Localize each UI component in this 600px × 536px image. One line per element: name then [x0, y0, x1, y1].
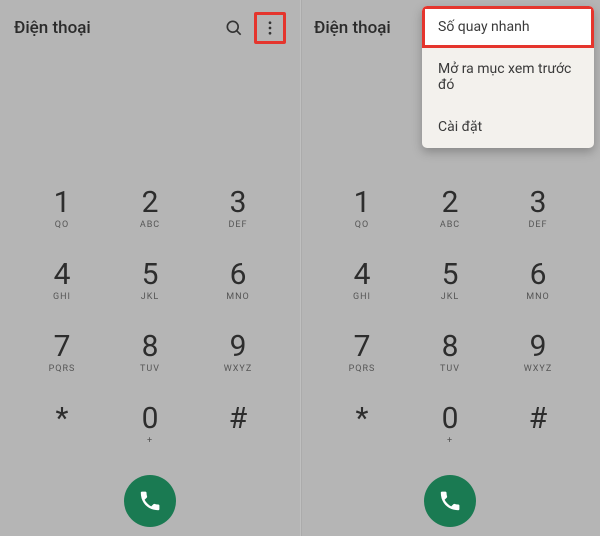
dialpad-key-8[interactable]: 8TUV [106, 316, 194, 388]
search-button[interactable] [218, 12, 250, 44]
dialpad-key-3[interactable]: 3DEF [494, 172, 582, 244]
more-vert-icon [261, 19, 279, 37]
dialpad-key-7[interactable]: 7PQRS [18, 316, 106, 388]
dialpad-key-star[interactable]: * [18, 388, 106, 460]
panel-left: Điện thoại 1QO 2ABC 3DEF 4GHI 5JKL 6MNO … [0, 0, 300, 536]
dialpad-key-5[interactable]: 5JKL [106, 244, 194, 316]
dialpad-key-1[interactable]: 1QO [318, 172, 406, 244]
search-icon [224, 18, 244, 38]
menu-item-label: Số quay nhanh [438, 19, 530, 35]
dialpad-key-4[interactable]: 4GHI [318, 244, 406, 316]
dialpad-key-0[interactable]: 0+ [106, 388, 194, 460]
dialpad-key-4[interactable]: 4GHI [18, 244, 106, 316]
dialpad-key-5[interactable]: 5JKL [406, 244, 494, 316]
dialpad-key-2[interactable]: 2ABC [106, 172, 194, 244]
dialpad-key-0[interactable]: 0+ [406, 388, 494, 460]
phone-icon [438, 489, 462, 513]
menu-item-speed-dial[interactable]: Số quay nhanh [422, 6, 594, 48]
header: Điện thoại [0, 0, 300, 55]
menu-item-settings[interactable]: Cài đặt [422, 106, 594, 148]
dialpad-key-7[interactable]: 7PQRS [318, 316, 406, 388]
dialpad-key-hash[interactable]: # [494, 388, 582, 460]
panel-right: Điện thoại Số quay nhanh Mở ra mục xem t… [300, 0, 600, 536]
menu-item-label: Cài đặt [438, 119, 482, 135]
dialpad-key-9[interactable]: 9WXYZ [194, 316, 282, 388]
overflow-menu: Số quay nhanh Mở ra mục xem trước đó Cài… [422, 6, 594, 148]
call-button[interactable] [124, 475, 176, 527]
app-title: Điện thoại [14, 18, 218, 38]
dialpad: 1QO 2ABC 3DEF 4GHI 5JKL 6MNO 7PQRS 8TUV … [300, 172, 600, 466]
dialpad-key-2[interactable]: 2ABC [406, 172, 494, 244]
call-row [0, 466, 300, 536]
dialpad-key-1[interactable]: 1QO [18, 172, 106, 244]
phone-icon [138, 489, 162, 513]
call-row [300, 466, 600, 536]
dialpad-key-hash[interactable]: # [194, 388, 282, 460]
dialpad: 1QO 2ABC 3DEF 4GHI 5JKL 6MNO 7PQRS 8TUV … [0, 172, 300, 466]
dialpad-key-9[interactable]: 9WXYZ [494, 316, 582, 388]
menu-item-label: Mở ra mục xem trước đó [438, 61, 571, 93]
menu-item-open-previous[interactable]: Mở ra mục xem trước đó [422, 48, 594, 106]
dialpad-key-8[interactable]: 8TUV [406, 316, 494, 388]
call-button[interactable] [424, 475, 476, 527]
screenshot-container: Điện thoại 1QO 2ABC 3DEF 4GHI 5JKL 6MNO … [0, 0, 600, 536]
dialpad-key-3[interactable]: 3DEF [194, 172, 282, 244]
overflow-menu-button[interactable] [254, 12, 286, 44]
dialpad-key-6[interactable]: 6MNO [194, 244, 282, 316]
content-spacer [0, 55, 300, 172]
dialpad-key-star[interactable]: * [318, 388, 406, 460]
dialpad-key-6[interactable]: 6MNO [494, 244, 582, 316]
